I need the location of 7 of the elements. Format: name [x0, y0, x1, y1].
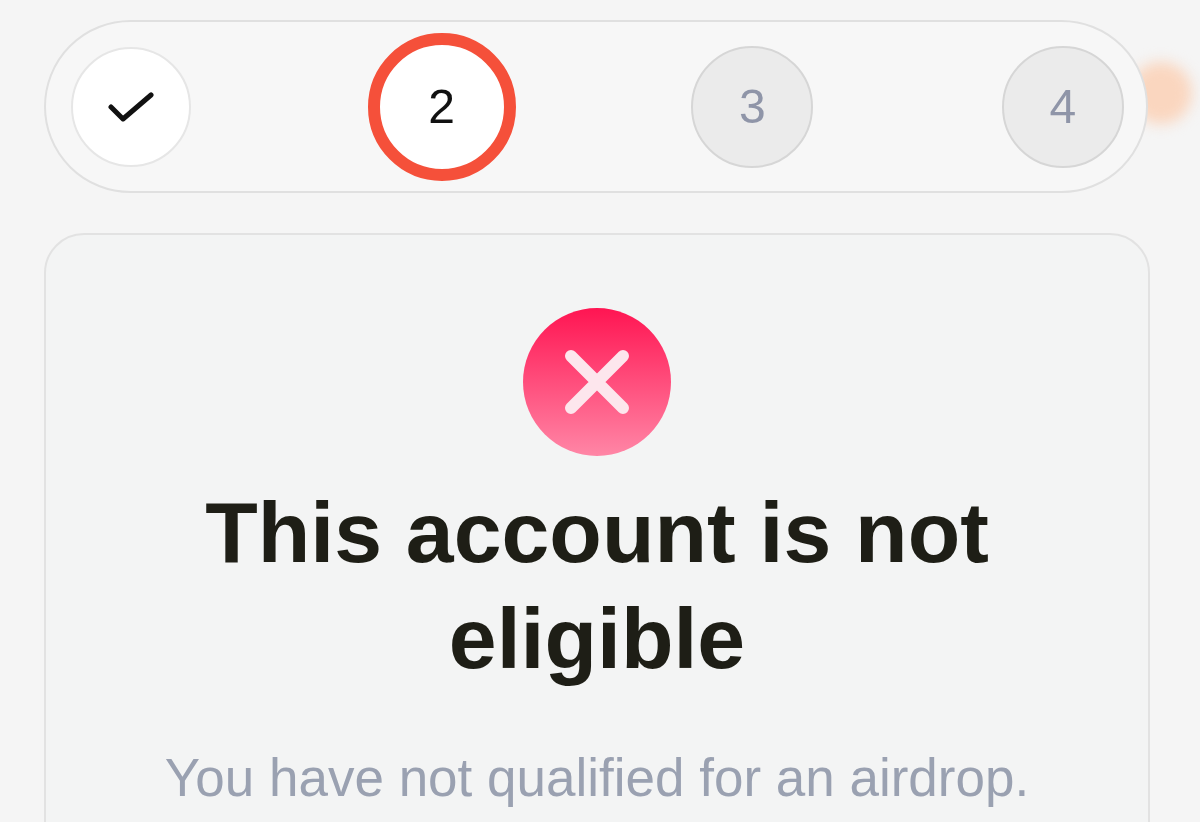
step-indicator: 2 — [367, 32, 516, 181]
step-indicator: 4 — [1001, 45, 1124, 168]
result-title: This account is not eligible — [204, 483, 990, 688]
result-message: You have not qualified for an airdrop. — [164, 747, 1030, 809]
x-circle-icon — [523, 308, 671, 456]
check-icon — [108, 91, 154, 122]
step-indicator: 3 — [691, 45, 814, 168]
